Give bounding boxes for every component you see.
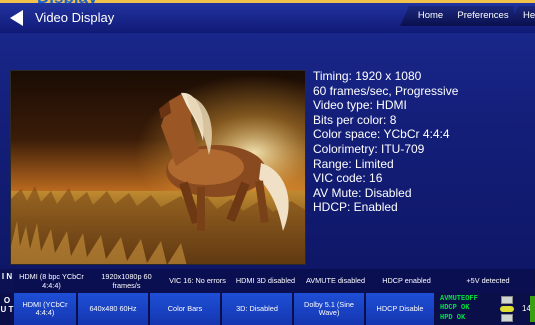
output-button-3d[interactable]: 3D: Disabled (222, 293, 294, 325)
output-button-hdcp[interactable]: HDCP Disable (366, 293, 436, 325)
input-cell-interface: HDMI (8 bpc YCbCr 4:4:4) (14, 269, 90, 294)
info-colorimetry: Colorimetry: ITU-709 (313, 141, 425, 156)
info-bits-per-color: Bits per color: 8 (313, 112, 397, 127)
output-button-audio[interactable]: Dolby 5.1 (Sine Wave) (294, 293, 366, 325)
input-cell-timing: 1920x1080p 60 frames/s (90, 269, 164, 294)
input-cell-3d: HDMI 3D disabled (232, 269, 300, 294)
window-title: Video Display (35, 10, 115, 25)
output-button-timing[interactable]: 640x480 60Hz (78, 293, 150, 325)
info-vic-code: VIC code: 16 (313, 171, 383, 186)
title-bar: Video Display Home Preferences Help (0, 3, 535, 33)
toggle-key-icon[interactable] (500, 306, 514, 312)
device-screen: Video Display Home Preferences Help (0, 3, 535, 325)
back-arrow-icon[interactable] (10, 10, 23, 26)
led-hdcp: HDCP OK (440, 304, 470, 313)
info-timing: Timing: 1920 x 1080 (313, 69, 422, 83)
input-status-row: I N HDMI (8 bpc YCbCr 4:4:4) 1920x1080p … (0, 269, 535, 294)
screen: Display Video Display Home Preferences H… (0, 0, 535, 325)
info-av-mute: AV Mute: Disabled (313, 185, 412, 200)
video-preview (10, 70, 306, 265)
output-button-pattern[interactable]: Color Bars (150, 293, 222, 325)
tab-preferences[interactable]: Preferences (444, 6, 514, 26)
horse-preview-image (11, 71, 305, 264)
input-row-tag: I N (1, 272, 13, 281)
led-hpd: HPD OK (440, 313, 466, 322)
output-led-panel: AVMUTEOFF HDCP OK HPD OK (436, 293, 494, 325)
info-hdcp: HDCP: Enabled (313, 200, 398, 215)
output-switch-column (494, 293, 520, 325)
tab-home[interactable]: Home (400, 6, 453, 26)
monitor-icon[interactable] (501, 296, 513, 304)
input-cell-avmute: AVMUTE disabled (300, 269, 372, 294)
signal-info-list: Timing: 1920 x 1080 60 frames/sec, Progr… (313, 69, 533, 215)
info-range: Range: Limited (313, 156, 394, 171)
input-cell-hdcp: HDCP enabled (372, 269, 442, 294)
info-video-type: Video type: HDMI (313, 98, 407, 113)
info-frame-rate: 60 frames/sec, Progressive (313, 83, 459, 98)
monitor-small-icon[interactable] (501, 314, 513, 322)
output-status-row: O U T HDMI (YCbCr 4:4:4) 640x480 60Hz Co… (0, 293, 535, 325)
led-avmute: AVMUTEOFF (440, 294, 478, 303)
input-cell-5v: +5V detected (442, 269, 535, 294)
edge-indicator (530, 296, 535, 322)
info-color-space: Color space: YCbCr 4:4:4 (313, 127, 450, 142)
output-button-interface[interactable]: HDMI (YCbCr 4:4:4) (14, 293, 78, 325)
output-row-tag: O U T (0, 296, 14, 314)
input-cell-vic: VIC 16: No errors (164, 269, 232, 294)
